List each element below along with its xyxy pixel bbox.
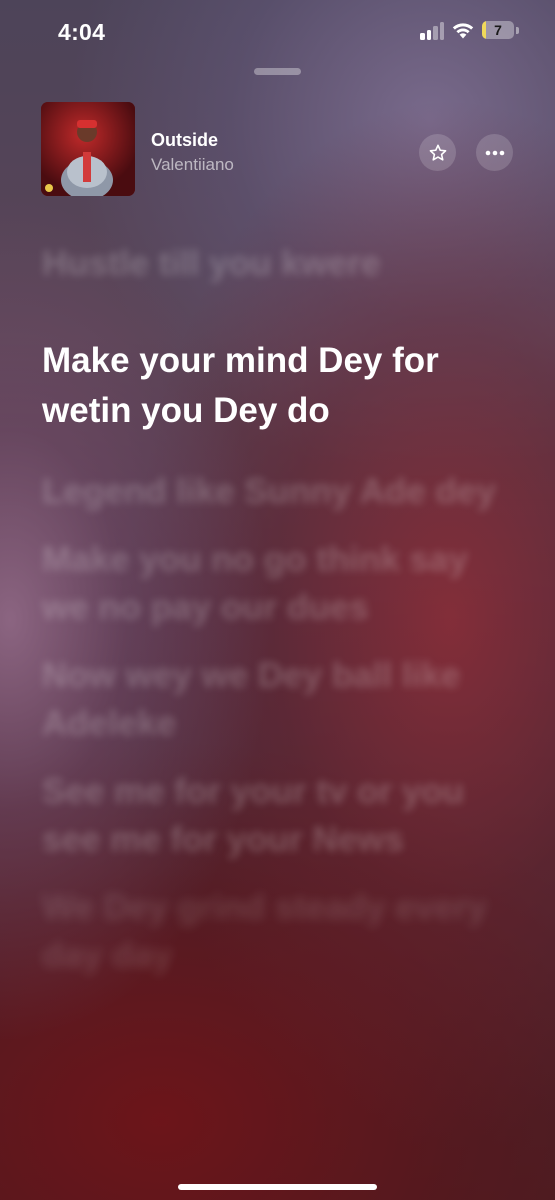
- album-art-image: [41, 102, 135, 196]
- lyric-line-previous[interactable]: Hustle till you kwere: [42, 240, 515, 288]
- more-icon: [485, 150, 504, 155]
- wifi-icon: [452, 23, 474, 39]
- sheet-grabber[interactable]: [254, 68, 301, 75]
- more-options-button[interactable]: [476, 134, 513, 171]
- lyric-line[interactable]: See me for your tv or you see me for you…: [42, 768, 515, 864]
- battery-nub: [516, 27, 519, 34]
- song-artist[interactable]: Valentiiano: [151, 155, 234, 175]
- lyric-line[interactable]: We Dey grind steady every day day: [42, 884, 515, 980]
- lyric-line-current[interactable]: Make your mind Dey for wetin you Dey do: [42, 336, 515, 436]
- lyrics-screen: 4:04 7 Outside Valentiiano Hustle till y…: [0, 0, 555, 1200]
- battery-icon: 7: [482, 21, 514, 39]
- favorite-button[interactable]: [419, 134, 456, 171]
- home-indicator[interactable]: [178, 1184, 377, 1190]
- lyric-line[interactable]: Now wey we Dey ball like Adeleke: [42, 652, 515, 748]
- status-bar: 4:04 7: [0, 0, 555, 64]
- lyrics-view[interactable]: Hustle till you kwere Make your mind Dey…: [42, 240, 515, 1000]
- star-icon: [429, 144, 446, 161]
- lyric-line[interactable]: Make you no go think say we no pay our d…: [42, 536, 515, 632]
- album-art[interactable]: [41, 102, 135, 196]
- battery-level: 7: [494, 22, 502, 38]
- cellular-signal-icon: [420, 22, 444, 40]
- lyric-line[interactable]: Legend like Sunny Ade dey: [42, 468, 515, 516]
- status-time: 4:04: [58, 19, 106, 45]
- now-playing-header: Outside Valentiiano: [41, 102, 514, 196]
- song-title[interactable]: Outside: [151, 130, 218, 151]
